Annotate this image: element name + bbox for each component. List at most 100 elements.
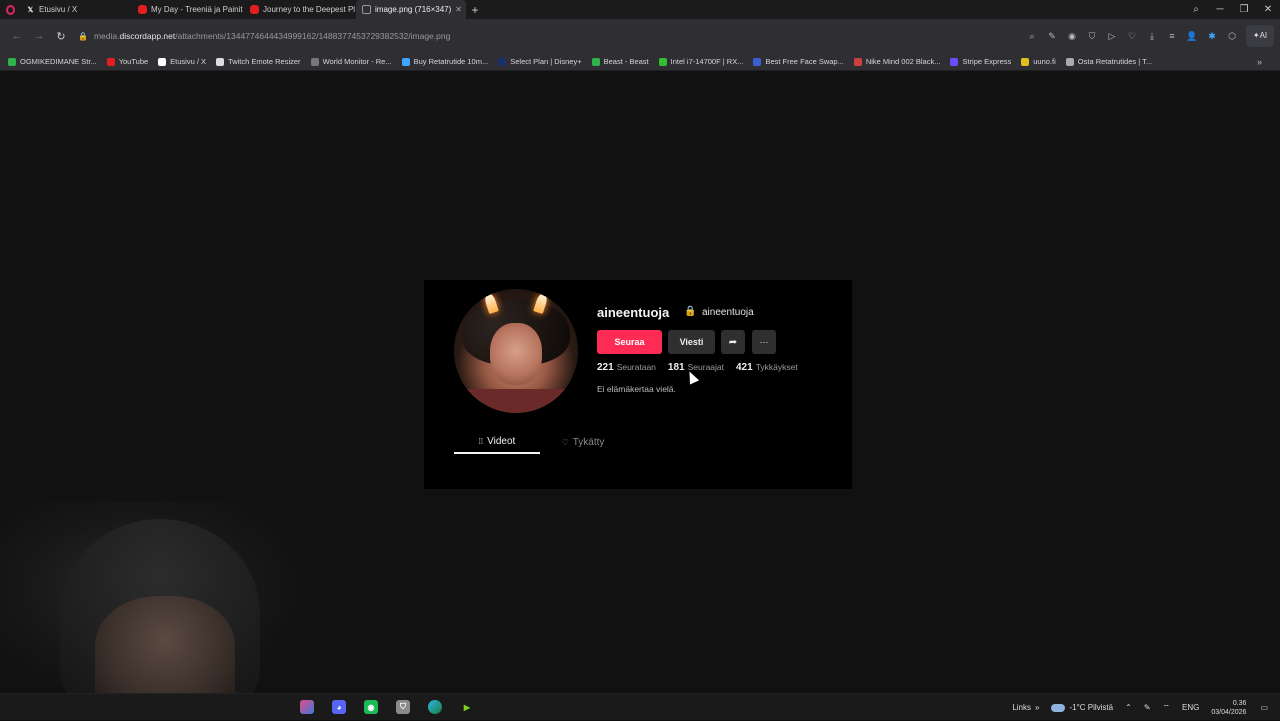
stat-followers[interactable]: 181 Seuraajat — [668, 362, 724, 373]
bookmark-item[interactable]: World Monitor - Re... — [310, 57, 392, 66]
play-icon[interactable]: ▷ — [1102, 31, 1122, 42]
bookmark-label: Etusivu / X — [170, 57, 207, 66]
browser-logo-icon[interactable] — [0, 0, 20, 19]
bookmark-label: Twitch Emote Resizer — [228, 57, 301, 66]
edit-icon[interactable]: ✎ — [1042, 31, 1062, 42]
tray-overflow-icon[interactable]: ⌃ — [1125, 703, 1132, 712]
image-icon — [362, 5, 371, 14]
bookmark-item[interactable]: Select Plan | Disney+ — [498, 57, 582, 66]
profile-bio: Ei elämäkertaa vielä. — [597, 384, 676, 394]
tab-journey[interactable]: Journey to the Deepest Pl — [244, 0, 356, 19]
links-toolbar[interactable]: Links » — [1012, 703, 1039, 712]
bookmark-item[interactable]: Stripe Express — [950, 57, 1011, 66]
tab-x-home[interactable]: 𝕏 Etusivu / X — [20, 0, 132, 19]
language-indicator[interactable]: ENG — [1182, 703, 1199, 712]
extension-icon[interactable]: ✱ — [1202, 31, 1222, 42]
shield-icon[interactable]: ⛉ — [1082, 31, 1102, 42]
app-launcher-icon[interactable] — [296, 697, 318, 717]
bookmark-label: Osta Retatrutides | T... — [1077, 57, 1153, 66]
heart-icon[interactable]: ♡ — [1122, 31, 1142, 42]
find-icon[interactable]: ⌕ — [1022, 31, 1042, 42]
new-tab-button[interactable]: + — [466, 0, 484, 19]
bookmark-label: uuno.fi — [1033, 57, 1056, 66]
play-app-icon[interactable]: ▶ — [456, 697, 478, 717]
ai-button[interactable]: ✦AI — [1246, 25, 1274, 47]
tab-label: Etusivu / X — [39, 5, 78, 14]
url-field[interactable]: 🔒 media.discordapp.net/attachments/13447… — [78, 31, 450, 41]
weather-widget[interactable]: -1°C Pilvistä — [1051, 703, 1113, 712]
bookmark-item[interactable]: Osta Retatrutides | T... — [1065, 57, 1153, 66]
stat-following[interactable]: 221 Seurataan — [597, 362, 656, 373]
bookmark-favicon-icon — [401, 57, 410, 66]
reload-icon[interactable]: ↻ — [50, 30, 72, 43]
bookmark-label: Beast - Beast — [603, 57, 649, 66]
menu-icon[interactable]: ≡ — [1162, 31, 1182, 41]
heart-outline-icon: ♡ — [561, 437, 569, 447]
bookmark-label: Stripe Express — [962, 57, 1012, 66]
bookmark-item[interactable]: Twitch Emote Resizer — [216, 57, 301, 66]
restore-icon[interactable]: ❐ — [1232, 4, 1256, 15]
tab-strip: 𝕏 Etusivu / X My Day - Treeniä ja Painit… — [0, 0, 1280, 19]
bookmarks-bar: OGMIKEDIMANE Str... YouTube Etusivu / X Twi… — [0, 53, 1280, 71]
bookmark-label: YouTube — [118, 57, 149, 66]
bookmark-favicon-icon — [853, 57, 862, 66]
edge-icon[interactable] — [424, 697, 446, 717]
bookmark-item[interactable]: Nike Mind 002 Black... — [853, 57, 941, 66]
tab-liked[interactable]: ♡ Tykätty — [540, 430, 626, 454]
forward-icon[interactable]: → — [28, 30, 50, 42]
youtube-icon — [138, 5, 147, 14]
bookmark-item[interactable]: uuno.fi — [1021, 57, 1056, 66]
close-tab-icon[interactable]: ✕ — [455, 5, 462, 14]
download-icon[interactable]: ⤓ — [1142, 31, 1162, 42]
bookmark-item[interactable]: Buy Retatrutide 10m... — [401, 57, 489, 66]
more-options-icon[interactable]: ··· — [752, 330, 776, 354]
cube-icon[interactable]: ⬡ — [1222, 31, 1242, 42]
back-icon[interactable]: ← — [6, 30, 28, 42]
bookmark-item[interactable]: Beast - Beast — [591, 57, 649, 66]
tab-videos[interactable]: ⁞⁞ Videot — [454, 430, 540, 454]
page-viewport: aineentuoja 🔒 aineentuoja Seuraa Viesti … — [0, 71, 1280, 709]
clock[interactable]: 0.36 03/04/2026 — [1211, 699, 1246, 717]
bookmark-item[interactable]: Etusivu / X — [158, 57, 206, 66]
profile-tabs: ⁞⁞ Videot ♡ Tykätty — [454, 430, 626, 454]
avatar — [454, 289, 578, 413]
bookmark-label: Intel i7-14700F | RX... — [670, 57, 744, 66]
lock-icon[interactable]: 🔒 — [78, 32, 88, 41]
bookmark-label: Select Plan | Disney+ — [510, 57, 582, 66]
url-path: /attachments/1344774644434999162/1488377… — [175, 31, 451, 41]
profile-icon[interactable]: 👤 — [1182, 31, 1202, 42]
spotify-icon[interactable]: ◉ — [360, 697, 382, 717]
close-window-icon[interactable]: ✕ — [1256, 4, 1280, 15]
message-button[interactable]: Viesti — [668, 330, 715, 354]
toolbar: ⌕ ✎ ◉ ⛉ ▷ ♡ ⤓ ≡ 👤 ✱ ⬡ ✦AI — [1022, 25, 1274, 47]
tab-my-day[interactable]: My Day - Treeniä ja Painit — [132, 0, 244, 19]
webcam-overlay — [0, 501, 300, 709]
shield-app-icon[interactable]: ⛉ — [392, 697, 414, 717]
pen-icon[interactable]: ✎ — [1144, 703, 1151, 712]
bookmark-label: Buy Retatrutide 10m... — [413, 57, 489, 66]
bookmark-favicon-icon — [753, 57, 762, 66]
bookmark-label: Nike Mind 002 Black... — [865, 57, 941, 66]
bookmark-favicon-icon — [950, 57, 959, 66]
taskbar: ◕ ◉ ⛉ ▶ Links » -1°C Pilvistä ⌃ ✎ ⌔ ENG … — [0, 693, 1280, 720]
tab-label: My Day - Treeniä ja Painit — [151, 5, 243, 14]
taskbar-apps: ◕ ◉ ⛉ ▶ — [296, 697, 478, 717]
search-tabs-icon[interactable]: ⌕ — [1184, 4, 1208, 15]
share-icon[interactable]: ➦ — [721, 330, 745, 354]
network-icon[interactable]: ⌔ — [1163, 703, 1171, 713]
system-tray: Links » -1°C Pilvistä ⌃ ✎ ⌔ ENG 0.36 03/… — [1012, 694, 1280, 721]
bookmark-item[interactable]: Best Free Face Swap... — [753, 57, 844, 66]
discord-icon[interactable]: ◕ — [328, 697, 350, 717]
bookmark-item[interactable]: Intel i7-14700F | RX... — [658, 57, 744, 66]
bookmark-item[interactable]: OGMIKEDIMANE Str... — [8, 57, 97, 66]
bookmark-label: OGMIKEDIMANE Str... — [20, 57, 97, 66]
url-domain: discordapp.net — [119, 31, 176, 41]
notification-icon[interactable]: ▭ — [1260, 703, 1268, 712]
bookmark-item[interactable]: YouTube — [106, 57, 149, 66]
bookmarks-overflow-icon[interactable]: » — [1257, 57, 1262, 67]
minimize-icon[interactable]: ─ — [1208, 4, 1232, 15]
profile-stats: 221 Seurataan 181 Seuraajat 421 Tykkäykset — [597, 362, 798, 373]
camera-icon[interactable]: ◉ — [1062, 31, 1082, 42]
follow-button[interactable]: Seuraa — [597, 330, 662, 354]
tab-image[interactable]: image.png (716×347) ✕ — [356, 0, 466, 19]
